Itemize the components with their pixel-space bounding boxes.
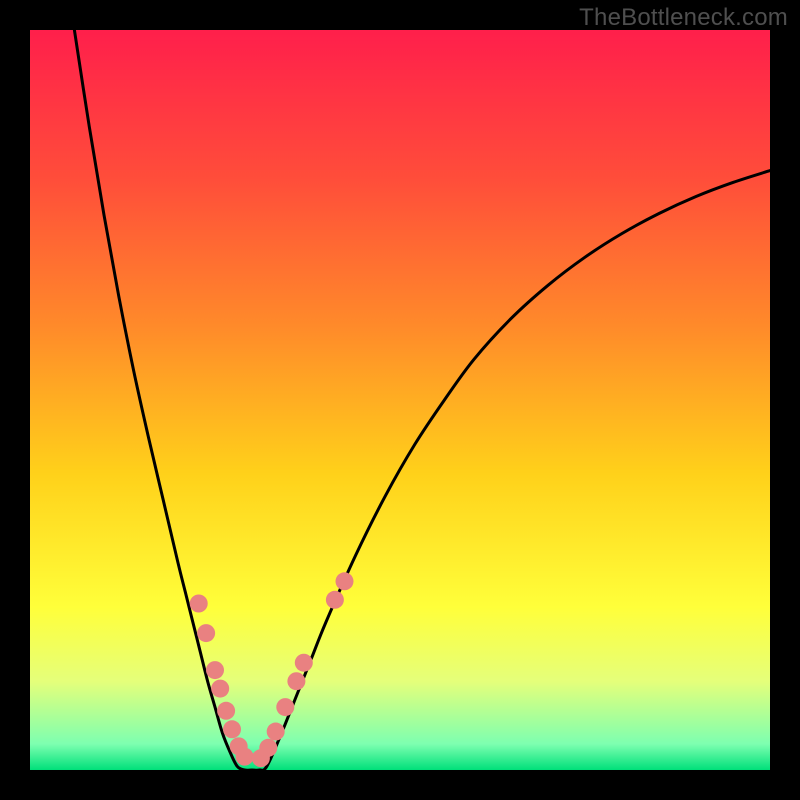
scatter-point: [276, 698, 294, 716]
scatter-point: [267, 723, 285, 741]
scatter-point: [206, 661, 224, 679]
scatter-point: [336, 572, 354, 590]
scatter-point: [211, 680, 229, 698]
app-frame: TheBottleneck.com: [0, 0, 800, 800]
scatter-point: [217, 702, 235, 720]
scatter-point: [197, 624, 215, 642]
plot-container: [30, 30, 770, 770]
scatter-point: [259, 739, 277, 757]
scatter-point: [326, 591, 344, 609]
scatter-point: [287, 672, 305, 690]
bottleneck-chart: [30, 30, 770, 770]
scatter-point: [236, 748, 254, 766]
scatter-point: [295, 654, 313, 672]
watermark-label: TheBottleneck.com: [579, 4, 788, 32]
scatter-point: [190, 595, 208, 613]
scatter-point: [223, 720, 241, 738]
